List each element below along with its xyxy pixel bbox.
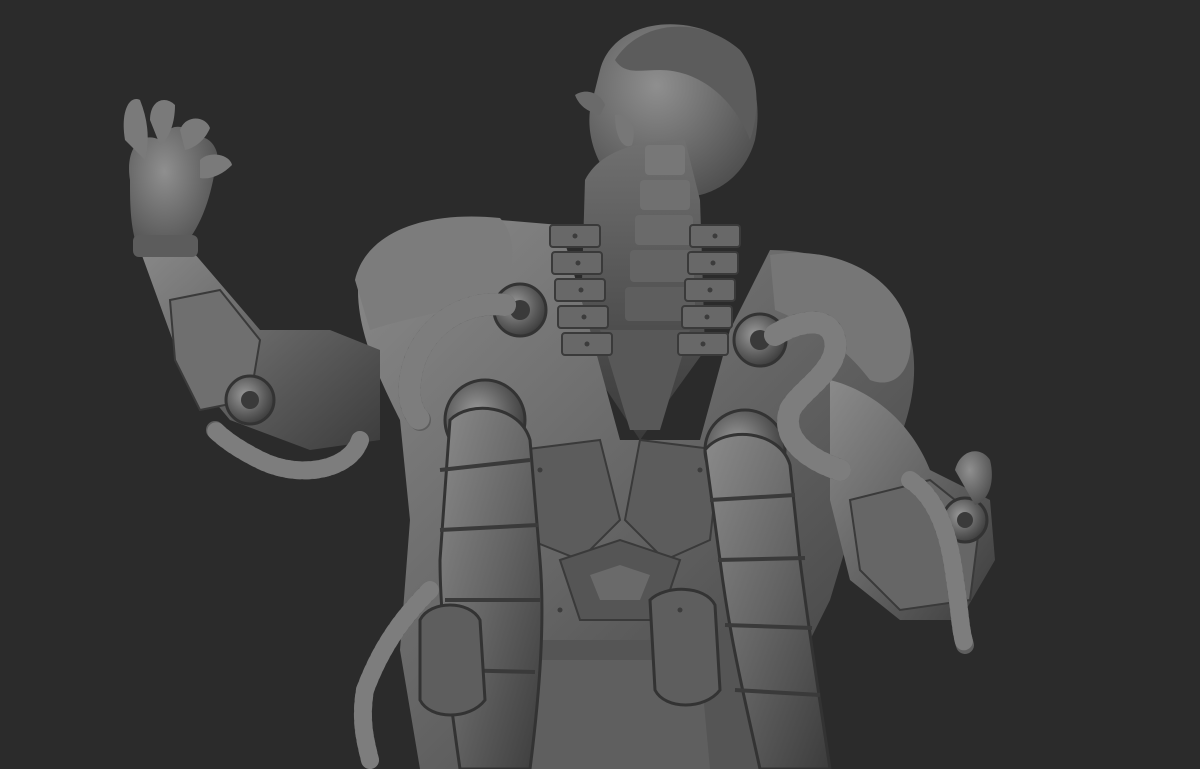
sculpt-viewport — [0, 0, 1200, 769]
right-arm — [830, 380, 995, 620]
left-arm — [123, 99, 380, 450]
sculpt-render — [123, 24, 995, 769]
